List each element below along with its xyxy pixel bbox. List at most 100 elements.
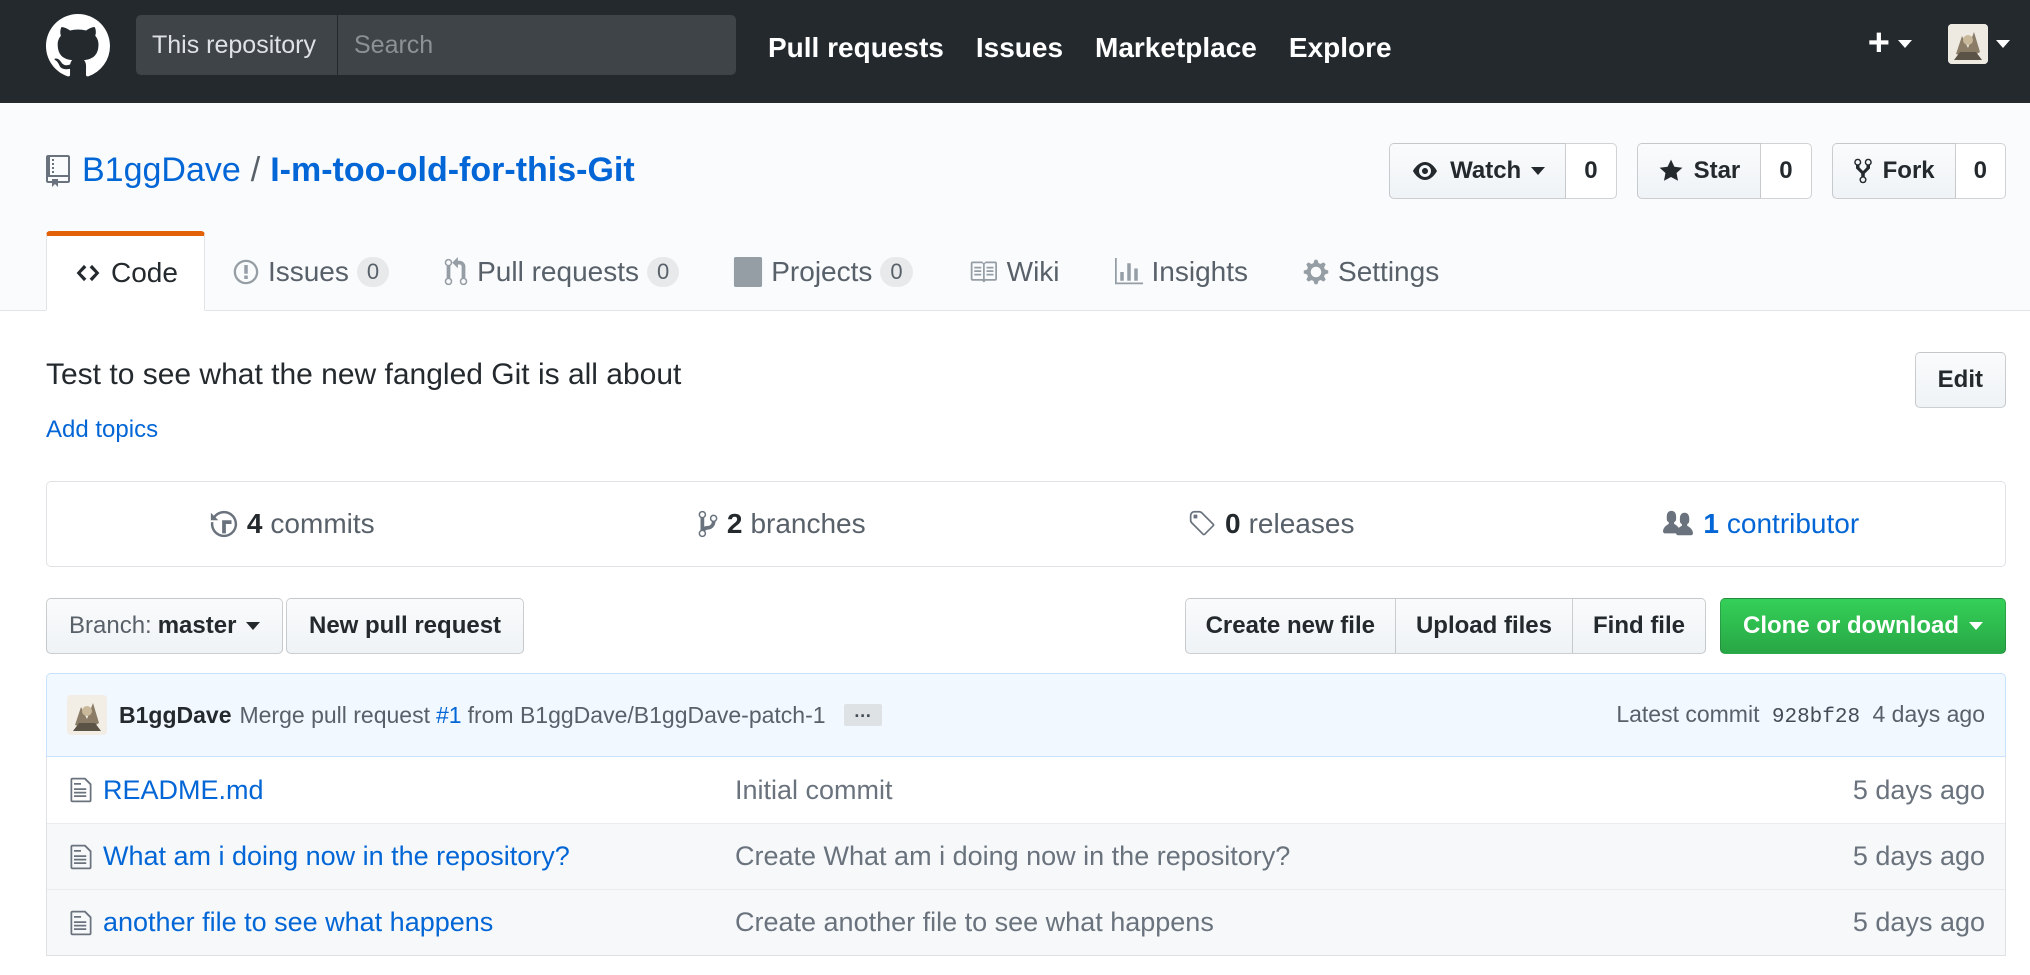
tab-label: Settings	[1338, 256, 1440, 287]
eye-icon	[1413, 162, 1438, 180]
path-divider: /	[250, 151, 261, 189]
releases-label: releases	[1248, 508, 1355, 539]
file-icon	[47, 843, 103, 871]
avatar[interactable]	[67, 695, 107, 735]
find-file-button[interactable]: Find file	[1572, 598, 1706, 654]
tab-issues[interactable]: Issues 0	[205, 231, 416, 311]
tab-label: Pull requests	[477, 256, 639, 287]
file-commit-message[interactable]: Create What am i doing now in the reposi…	[735, 841, 1853, 872]
create-new-file-button[interactable]: Create new file	[1184, 598, 1396, 654]
contributors-label: contributor	[1726, 508, 1860, 539]
branch-select-button[interactable]: Branch: master	[46, 598, 284, 654]
history-icon	[210, 510, 237, 538]
watch-label: Watch	[1450, 157, 1522, 184]
tag-icon	[1189, 510, 1215, 536]
issue-icon	[233, 259, 259, 285]
tab-label: Issues	[267, 256, 349, 287]
file-buttons-group: Create new file Upload files Find file	[1184, 598, 1706, 654]
nav-issues[interactable]: Issues	[976, 32, 1063, 64]
plus-icon: +	[1867, 22, 1890, 64]
star-icon	[1659, 159, 1682, 181]
commit-issue-link[interactable]: #1	[436, 702, 462, 729]
chevron-down-icon	[1969, 622, 1983, 630]
create-new-dropdown[interactable]: +	[1868, 22, 1912, 65]
file-name-link[interactable]: another file to see what happens	[103, 907, 735, 938]
list-item: README.md Initial commit 5 days ago	[47, 757, 2005, 823]
branch-name: master	[157, 612, 237, 639]
commit-message-post[interactable]: from B1ggDave/B1ggDave-patch-1	[468, 702, 826, 729]
wiki-icon	[970, 261, 997, 283]
edit-button[interactable]: Edit	[1914, 352, 2006, 408]
file-actions: Create new file Upload files Find file C…	[1184, 598, 2006, 654]
releases-link[interactable]: 0 releases	[1026, 482, 1516, 566]
branch-label: Branch:	[69, 612, 152, 639]
watch-button[interactable]: Watch	[1389, 143, 1567, 199]
repo-description: Test to see what the new fangled Git is …	[46, 358, 682, 391]
file-age: 5 days ago	[1852, 907, 1985, 937]
fork-count[interactable]: 0	[1955, 143, 2006, 199]
search-input[interactable]	[338, 15, 736, 75]
user-dropdown[interactable]	[1912, 23, 2010, 64]
file-commit-message[interactable]: Create another file to see what happens	[735, 907, 1853, 938]
tab-settings[interactable]: Settings	[1275, 231, 1466, 311]
tab-pull-requests[interactable]: Pull requests 0	[416, 231, 706, 311]
branch-icon	[698, 510, 718, 538]
star-group: Star 0	[1636, 143, 1812, 199]
clone-or-download-button[interactable]: Clone or download	[1720, 598, 2006, 654]
nav-explore[interactable]: Explore	[1289, 32, 1392, 64]
fork-group: Fork 0	[1831, 143, 2006, 199]
nav-pull-requests[interactable]: Pull requests	[768, 32, 944, 64]
gear-icon	[1303, 259, 1329, 285]
upload-files-button[interactable]: Upload files	[1394, 598, 1573, 654]
commit-message-pre[interactable]: Merge pull request	[239, 702, 430, 729]
contributors-link[interactable]: 1 contributor	[1516, 482, 2006, 566]
nav-marketplace[interactable]: Marketplace	[1095, 32, 1257, 64]
search-scope-label[interactable]: This repository	[136, 15, 338, 75]
expand-commit-button[interactable]: …	[843, 702, 882, 726]
repo-title: B1ggDave / I-m-too-old-for-this-Git	[46, 151, 635, 190]
code-icon	[76, 264, 100, 282]
commit-author-link[interactable]: B1ggDave	[119, 702, 231, 729]
repo-name-link[interactable]: I-m-too-old-for-this-Git	[270, 151, 634, 190]
chevron-down-icon	[1898, 39, 1912, 48]
tab-projects[interactable]: Projects 0	[706, 231, 939, 311]
latest-commit-info: Latest commit 928bf28 4 days ago	[1616, 701, 1985, 729]
repo-owner-link[interactable]: B1ggDave	[82, 151, 241, 190]
file-icon	[47, 776, 103, 804]
tab-wiki[interactable]: Wiki	[940, 231, 1087, 311]
global-nav: Pull requests Issues Marketplace Explore	[768, 0, 1424, 96]
file-list: README.md Initial commit 5 days ago What…	[46, 757, 2006, 956]
add-topics-link[interactable]: Add topics	[46, 416, 158, 444]
project-icon	[734, 257, 763, 287]
clone-label: Clone or download	[1743, 612, 1959, 639]
watch-group: Watch 0	[1389, 143, 1617, 199]
star-button[interactable]: Star	[1636, 143, 1762, 199]
commits-link[interactable]: 4 commits	[47, 482, 537, 566]
commit-sha-link[interactable]: 928bf28	[1772, 706, 1860, 729]
tab-insights[interactable]: Insights	[1087, 231, 1276, 311]
tab-code[interactable]: Code	[46, 231, 205, 311]
file-name-link[interactable]: What am i doing now in the repository?	[103, 841, 735, 872]
new-pull-request-button[interactable]: New pull request	[286, 598, 525, 654]
github-logo-icon[interactable]	[46, 14, 110, 78]
chevron-down-icon	[1996, 39, 2010, 48]
watch-count[interactable]: 0	[1566, 143, 1617, 199]
fork-button[interactable]: Fork	[1831, 143, 1956, 199]
commit-age: 4 days ago	[1872, 701, 1985, 727]
repo-tabs: Code Issues 0 Pull requests 0 Projects 0…	[46, 231, 1466, 311]
file-icon	[47, 909, 103, 937]
graph-icon	[1114, 258, 1143, 285]
file-commit-message[interactable]: Initial commit	[735, 775, 1853, 806]
repo-icon	[46, 154, 70, 187]
latest-commit-bar: B1ggDave Merge pull request #1 from B1gg…	[46, 673, 2006, 757]
tab-label: Projects	[771, 256, 873, 287]
projects-counter: 0	[880, 257, 913, 287]
file-age: 5 days ago	[1852, 841, 1985, 871]
branches-link[interactable]: 2 branches	[537, 482, 1027, 566]
issues-counter: 0	[356, 257, 390, 287]
star-count[interactable]: 0	[1761, 143, 1812, 199]
releases-count: 0	[1225, 508, 1241, 539]
people-icon	[1663, 510, 1694, 536]
fork-icon	[1853, 158, 1872, 184]
file-name-link[interactable]: README.md	[103, 775, 735, 806]
